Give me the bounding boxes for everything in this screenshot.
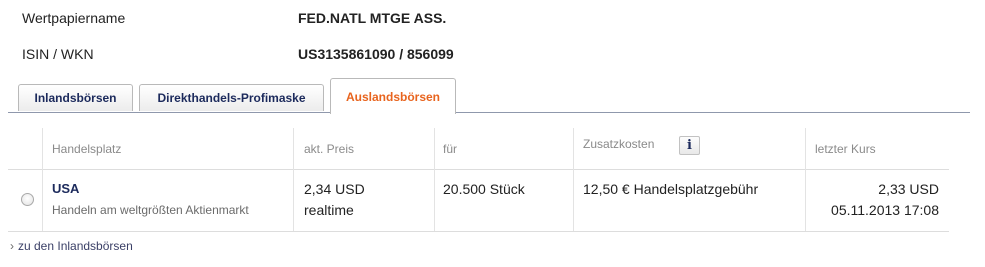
last-price: 2,33 USD [878, 181, 939, 197]
header-handelsplatz: Handelsplatz [52, 142, 122, 156]
tab-divider [8, 112, 970, 113]
header-zusatzkosten: Zusatzkosten [583, 137, 655, 151]
tab-auslandsboersen[interactable]: Auslandsbörsen [330, 78, 456, 114]
header-akt-preis: akt. Preis [304, 142, 355, 156]
link-to-inlandsboersen[interactable]: › zu den Inlandsbörsen [10, 239, 133, 253]
column-divider [293, 128, 294, 231]
current-price: 2,34 USD [304, 181, 365, 197]
security-name-value: FED.NATL MTGE ASS. [298, 10, 447, 26]
column-divider [805, 128, 806, 231]
costs-info-button[interactable]: i [679, 136, 700, 155]
column-divider [434, 128, 435, 231]
additional-costs-value: 12,50 € Handelsplatzgebühr [583, 181, 759, 197]
row-divider [8, 231, 949, 232]
tab-direkthandels-profimaske[interactable]: Direkthandels-Profimaske [139, 84, 324, 111]
tab-inlandsboersen[interactable]: Inlandsbörsen [18, 84, 133, 111]
isin-wkn-label: ISIN / WKN [22, 46, 94, 62]
isin-wkn-value: US3135861090 / 856099 [298, 46, 454, 62]
quantity-value: 20.500 Stück [443, 181, 525, 197]
venue-description: Handeln am weltgrößten Aktienmarkt [52, 203, 249, 217]
column-divider [42, 128, 43, 231]
chevron-right-icon: › [10, 239, 14, 253]
select-venue-radio[interactable] [21, 193, 34, 206]
price-realtime-label: realtime [304, 202, 354, 218]
column-divider [573, 128, 574, 231]
security-name-label: Wertpapiername [22, 10, 126, 26]
header-letzter-kurs: letzter Kurs [815, 142, 876, 156]
link-label: zu den Inlandsbörsen [18, 239, 133, 253]
table-header [8, 128, 949, 170]
venue-name[interactable]: USA [52, 181, 79, 196]
header-fuer: für [443, 142, 458, 156]
last-price-time: 05.11.2013 17:08 [831, 202, 939, 218]
